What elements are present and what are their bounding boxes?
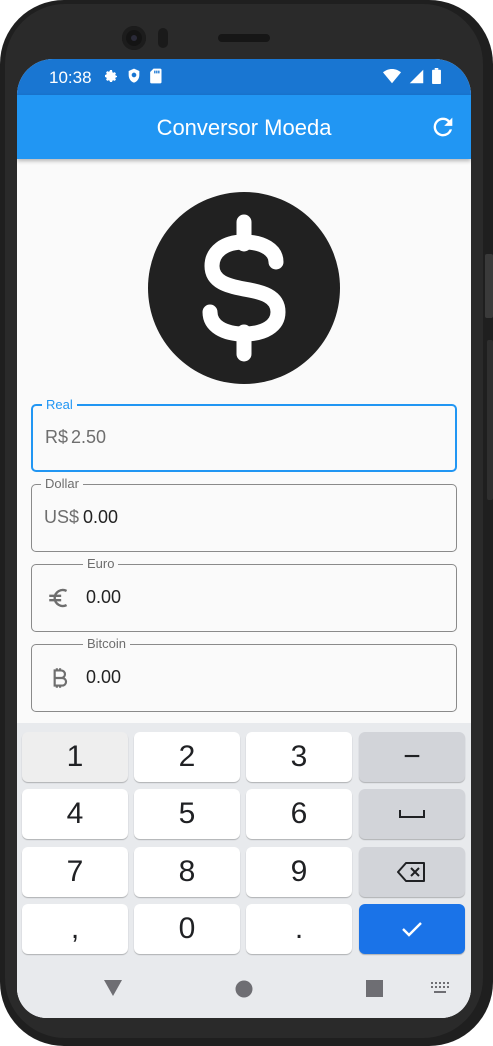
- key-3[interactable]: 3: [246, 732, 352, 782]
- euro-value: 0.00: [86, 587, 122, 607]
- dollar-label: Dollar: [41, 476, 83, 492]
- real-prefix: R$: [45, 427, 69, 447]
- navigation-bar: [17, 957, 471, 1018]
- check-icon: [402, 922, 422, 937]
- signal-icon: [409, 69, 424, 83]
- key-6[interactable]: 6: [246, 789, 352, 839]
- euro-label: Euro: [83, 556, 119, 572]
- app-title: Conversor Moeda: [156, 115, 332, 140]
- dollar-prefix: US$: [44, 507, 80, 527]
- real-input[interactable]: Real R$ 2.50: [31, 397, 457, 472]
- bitcoin-value: 0.00: [86, 667, 122, 687]
- key-4[interactable]: 4: [22, 789, 128, 839]
- power-button[interactable]: [485, 254, 493, 318]
- settings-icon: [105, 70, 117, 82]
- status-bar: 10:38: [17, 59, 471, 95]
- space-icon: [399, 810, 425, 818]
- earpiece-speaker: [218, 34, 270, 42]
- nav-recents-icon[interactable]: [366, 980, 383, 997]
- real-label: Real: [42, 397, 77, 413]
- key-comma[interactable]: ,: [22, 904, 128, 954]
- app-bar: Conversor Moeda: [17, 95, 471, 159]
- phone-frame: 10:38 Conversor Moeda Real R$ 2.50 Dolla…: [0, 0, 493, 1046]
- backspace-icon: [397, 862, 425, 882]
- dollar-value: 0.00: [83, 507, 119, 527]
- key-7[interactable]: 7: [22, 847, 128, 897]
- keyboard-switch-icon[interactable]: [431, 982, 449, 994]
- key-0[interactable]: 0: [134, 904, 240, 954]
- key-minus[interactable]: −: [359, 732, 465, 782]
- key-5[interactable]: 5: [134, 789, 240, 839]
- key-backspace[interactable]: [359, 847, 465, 897]
- euro-icon: [49, 588, 68, 608]
- proximity-sensor: [158, 28, 168, 48]
- key-8[interactable]: 8: [134, 847, 240, 897]
- dollar-logo-icon: [148, 192, 340, 384]
- status-time: 10:38: [49, 68, 92, 87]
- bitcoin-label: Bitcoin: [83, 636, 131, 652]
- battery-icon: [432, 68, 441, 84]
- key-1[interactable]: 1: [22, 732, 128, 782]
- screen: 10:38 Conversor Moeda Real R$ 2.50 Dolla…: [17, 59, 471, 1018]
- shield-icon: [128, 68, 140, 83]
- key-period[interactable]: .: [246, 904, 352, 954]
- nav-home-icon[interactable]: [235, 980, 253, 998]
- nav-back-icon[interactable]: [103, 979, 123, 997]
- wifi-icon: [383, 68, 401, 83]
- volume-button[interactable]: [487, 340, 493, 500]
- real-value: 2.50: [71, 427, 107, 447]
- key-space[interactable]: [359, 789, 465, 839]
- sd-card-icon: [150, 68, 162, 84]
- front-camera: [122, 26, 146, 50]
- key-2[interactable]: 2: [134, 732, 240, 782]
- bitcoin-icon: [53, 668, 68, 688]
- refresh-icon[interactable]: [429, 113, 457, 141]
- dollar-input[interactable]: Dollar US$ 0.00: [31, 476, 457, 552]
- key-done[interactable]: [359, 904, 465, 954]
- bitcoin-input[interactable]: Bitcoin 0.00: [31, 636, 457, 712]
- key-9[interactable]: 9: [246, 847, 352, 897]
- euro-input[interactable]: Euro 0.00: [31, 556, 457, 632]
